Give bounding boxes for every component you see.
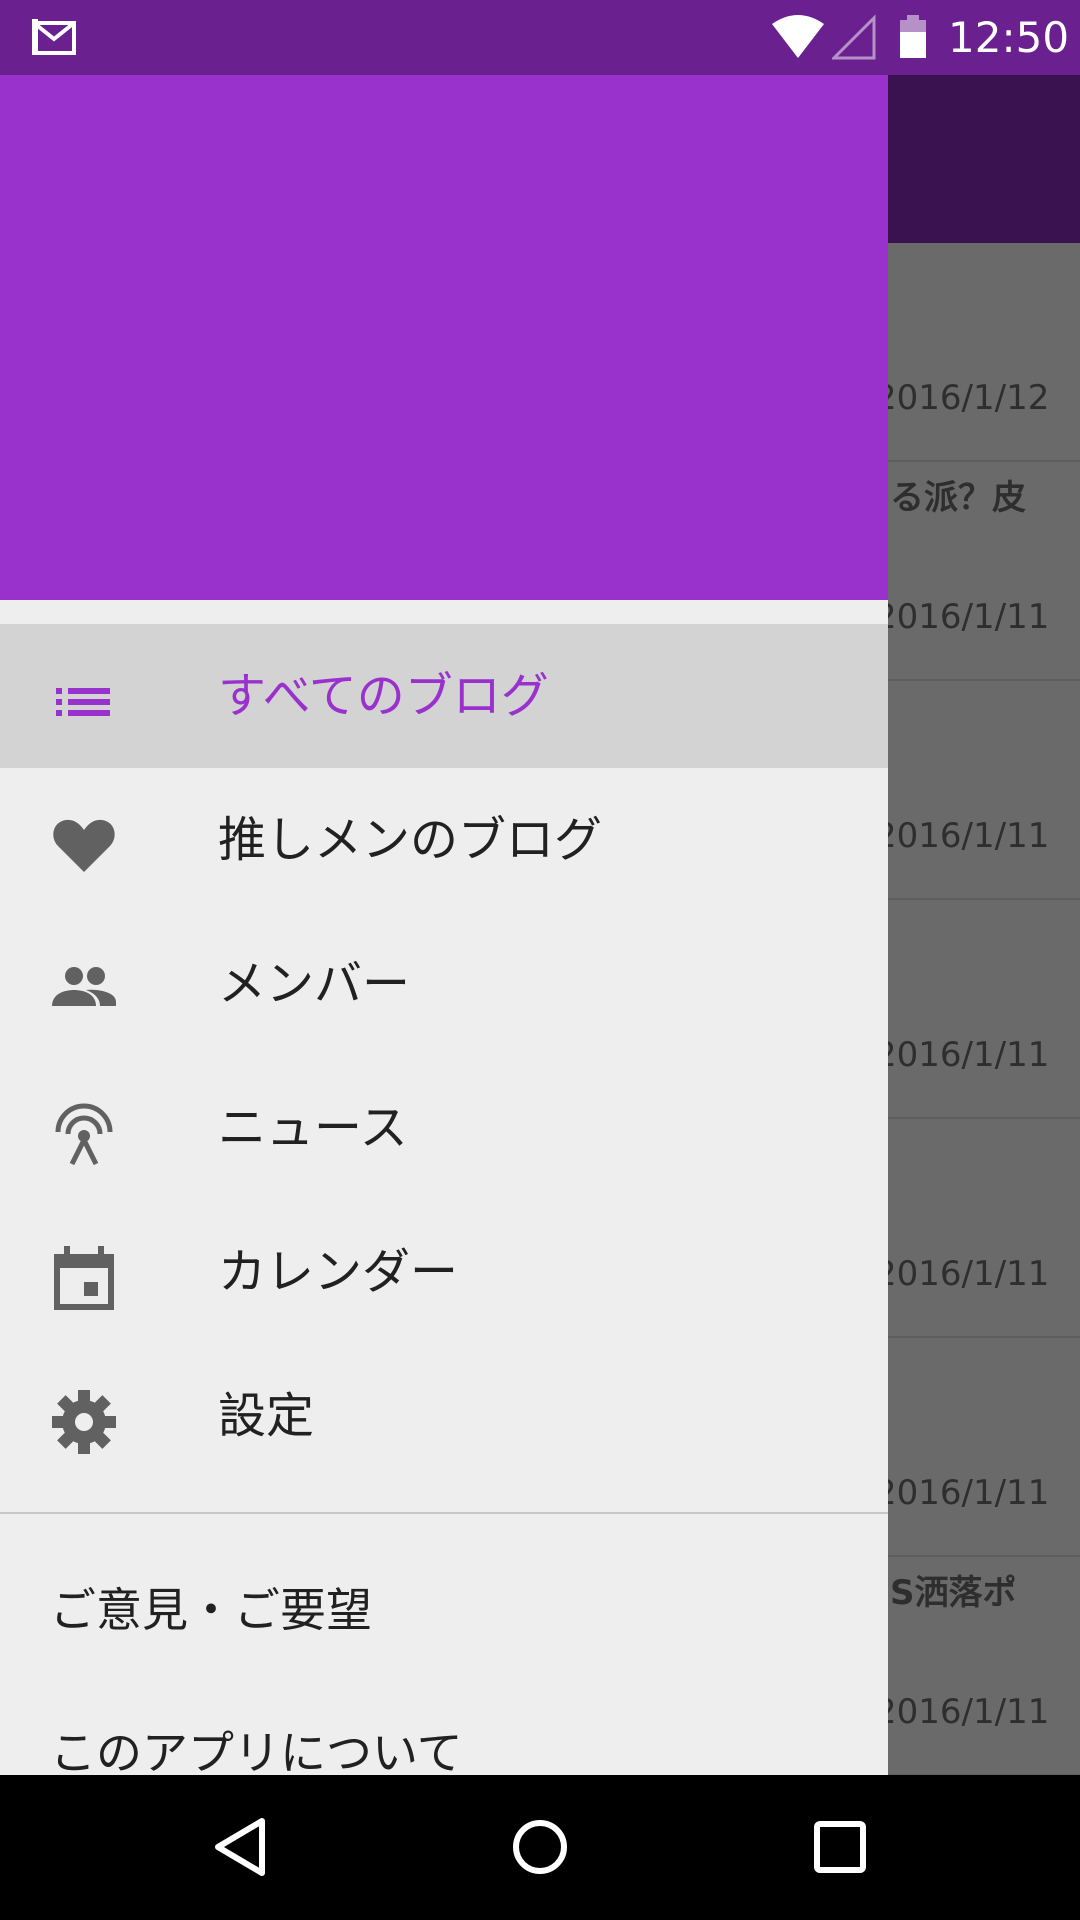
drawer-nav-list: すべてのブログ 推しメンのブログ メンバー ニュース カレンダー 設定 — [0, 624, 888, 1488]
nav-item-all-blogs[interactable]: すべてのブログ — [0, 624, 888, 768]
status-bar: 12:50 — [0, 0, 1080, 75]
blog-date: 2016/1/11 — [875, 597, 1050, 637]
home-icon[interactable] — [510, 1817, 570, 1877]
blog-date: 2016/1/11 — [875, 1035, 1050, 1075]
cell-signal-icon — [832, 14, 876, 60]
nav-item-settings[interactable]: 設定 — [0, 1344, 888, 1488]
recent-apps-icon[interactable] — [810, 1817, 870, 1877]
gear-icon — [52, 1390, 116, 1454]
nav-item-members[interactable]: メンバー — [0, 912, 888, 1056]
calendar-icon — [54, 1246, 114, 1310]
back-icon[interactable] — [210, 1817, 270, 1877]
drawer-divider — [0, 1512, 888, 1514]
about-app-link[interactable]: このアプリについて — [50, 1723, 463, 1775]
nav-item-calendar[interactable]: カレンダー — [0, 1200, 888, 1344]
wifi-icon — [772, 15, 824, 58]
blog-date: 2016/1/11 — [875, 1254, 1050, 1294]
nav-item-label: 設定 — [218, 1388, 315, 1444]
system-navigation-bar — [0, 1775, 1080, 1920]
nav-item-news[interactable]: ニュース — [0, 1056, 888, 1200]
navigation-drawer: すべてのブログ 推しメンのブログ メンバー ニュース カレンダー 設定 ご意見・… — [0, 75, 888, 1775]
broadcast-icon — [55, 1103, 113, 1166]
nav-item-favorite-blogs[interactable]: 推しメンのブログ — [0, 768, 888, 912]
blog-date: 2016/1/11 — [875, 1473, 1050, 1513]
nav-item-label: 推しメンのブログ — [218, 812, 603, 868]
feedback-link[interactable]: ご意見・ご要望 — [50, 1580, 372, 1640]
blog-date: 2016/1/12 — [875, 378, 1050, 418]
blog-date: 2016/1/11 — [875, 1692, 1050, 1732]
blog-date: 2016/1/11 — [875, 816, 1050, 856]
gmail-notification-icon — [32, 19, 76, 55]
list-icon — [56, 688, 110, 716]
status-clock: 12:50 — [948, 13, 1070, 62]
battery-icon — [900, 15, 926, 58]
blog-title: る派？皮 — [890, 478, 1026, 518]
nav-item-label: すべてのブログ — [218, 668, 549, 724]
drawer-header — [0, 75, 888, 600]
heart-icon — [53, 819, 115, 872]
blog-title: S洒落ポ — [890, 1573, 1017, 1613]
nav-item-label: カレンダー — [218, 1244, 459, 1300]
nav-item-label: ニュース — [218, 1100, 408, 1156]
people-icon — [52, 967, 116, 1006]
nav-item-label: メンバー — [218, 956, 411, 1012]
